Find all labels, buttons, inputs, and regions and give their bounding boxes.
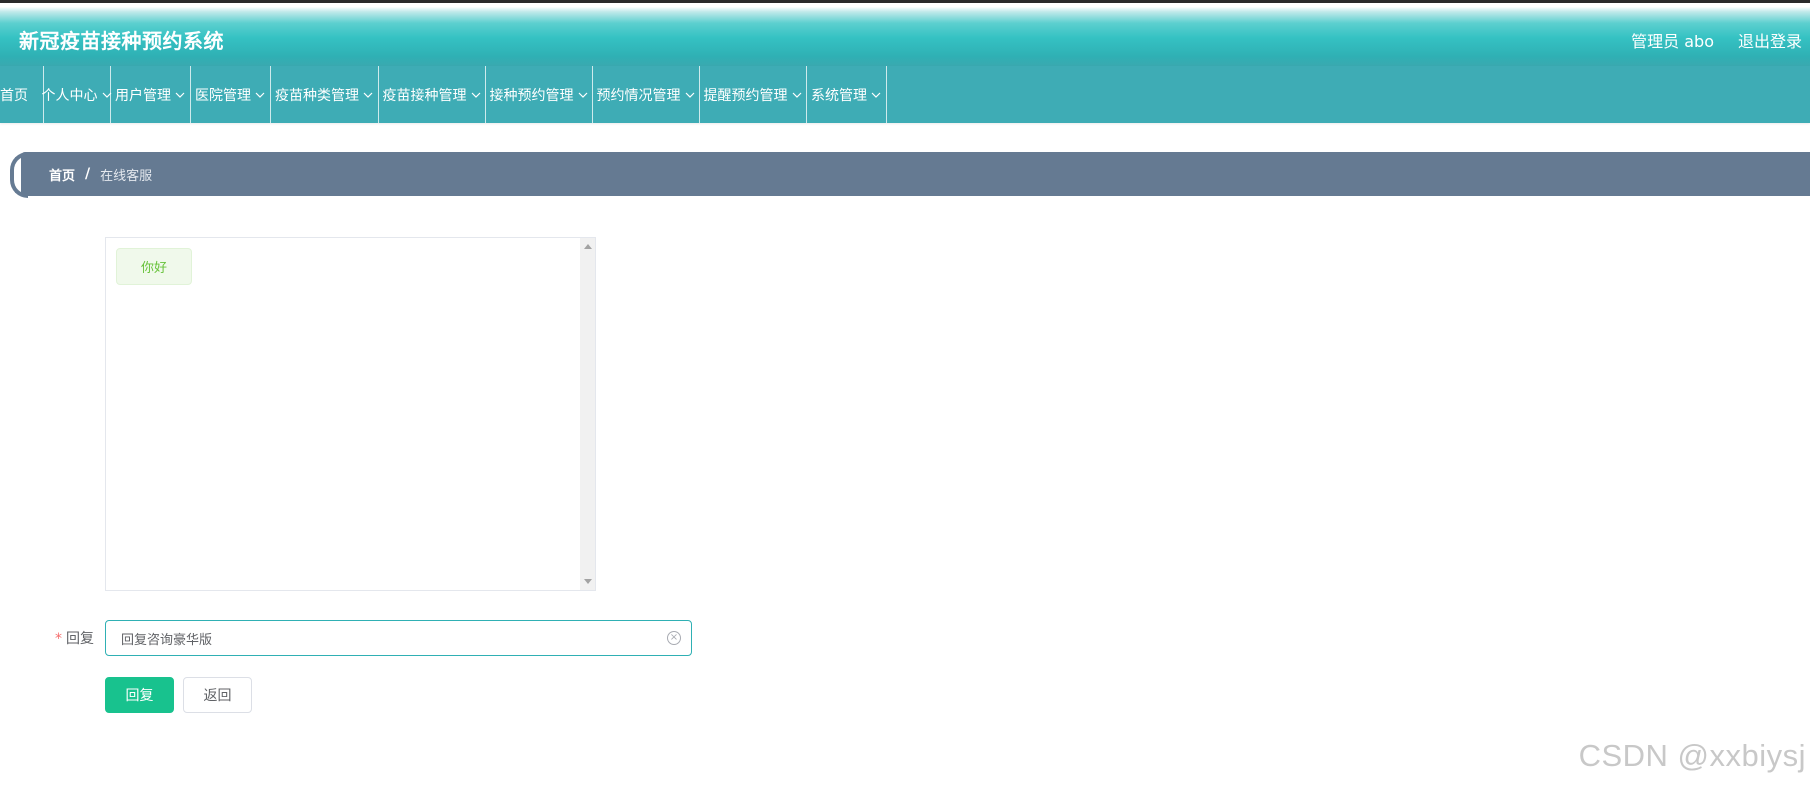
- user-label: 管理员 abo: [1631, 32, 1714, 51]
- header-user-area: 管理员 abo 退出登录: [1631, 28, 1802, 52]
- nav-item-vaccination-management[interactable]: 疫苗接种管理: [379, 66, 486, 123]
- nav-item-label: 医院管理: [195, 87, 251, 104]
- circle-close-icon[interactable]: ×: [667, 631, 681, 645]
- breadcrumb-separator: /: [85, 166, 91, 182]
- nav-item-appointment-status-management[interactable]: 预约情况管理: [593, 66, 700, 123]
- chat-message: 你好: [116, 248, 193, 285]
- nav-item-home[interactable]: 首页: [0, 66, 44, 123]
- reply-label-text: 回复: [66, 631, 94, 647]
- breadcrumb: 首页 / 在线客服: [10, 152, 1810, 198]
- reply-button[interactable]: 回复: [105, 677, 174, 713]
- chevron-down-icon: [470, 89, 482, 101]
- breadcrumb-home-link[interactable]: 首页: [49, 165, 75, 184]
- top-nav: 首页 个人中心 用户管理 医院管理 疫苗种类管理 疫苗接种管理 接种预约管理 预…: [0, 66, 1810, 123]
- nav-item-label: 疫苗种类管理: [275, 87, 359, 104]
- chat-scrollbar[interactable]: [580, 238, 595, 590]
- nav-item-label: 疫苗接种管理: [382, 87, 467, 104]
- chevron-down-icon: [684, 89, 696, 101]
- nav-item-label: 接种预约管理: [489, 87, 574, 104]
- nav-item-user-management[interactable]: 用户管理: [111, 66, 191, 123]
- nav-item-label: 个人中心: [41, 87, 98, 104]
- nav-item-reminder-management[interactable]: 提醒预约管理: [700, 66, 807, 123]
- nav-item-label: 用户管理: [115, 87, 171, 104]
- logout-link[interactable]: 退出登录: [1738, 28, 1802, 52]
- scroll-down-icon[interactable]: [584, 579, 592, 584]
- chevron-down-icon: [577, 89, 589, 101]
- reply-field-label: * 回复: [55, 628, 94, 648]
- nav-item-label: 首页: [0, 87, 28, 104]
- nav-item-label: 提醒预约管理: [703, 87, 788, 104]
- app-header: 新冠疫苗接种预约系统 管理员 abo 退出登录: [0, 0, 1810, 66]
- nav-item-personal-center[interactable]: 个人中心: [41, 66, 111, 123]
- nav-item-label: 系统管理: [811, 87, 867, 104]
- nav-item-label: 预约情况管理: [596, 87, 681, 104]
- back-button[interactable]: 返回: [183, 677, 252, 713]
- app-title: 新冠疫苗接种预约系统: [19, 29, 224, 53]
- breadcrumb-bar: 首页 / 在线客服: [21, 152, 1810, 196]
- breadcrumb-current: 在线客服: [100, 168, 153, 184]
- required-mark: *: [55, 631, 62, 647]
- nav-item-system-management[interactable]: 系统管理: [807, 66, 887, 123]
- nav-item-appointment-management[interactable]: 接种预约管理: [486, 66, 593, 123]
- chevron-down-icon: [362, 89, 374, 101]
- reply-input[interactable]: [106, 621, 691, 655]
- reply-input-wrapper: ×: [105, 620, 692, 656]
- chat-message-list[interactable]: 你好: [105, 237, 596, 591]
- nav-item-vaccine-type-management[interactable]: 疫苗种类管理: [271, 66, 379, 123]
- chevron-down-icon: [791, 89, 803, 101]
- chevron-down-icon: [254, 89, 266, 101]
- scroll-up-icon[interactable]: [584, 244, 592, 249]
- watermark: CSDN @xxbiysj: [1578, 738, 1806, 773]
- nav-item-hospital-management[interactable]: 医院管理: [191, 66, 271, 123]
- chevron-down-icon: [870, 89, 882, 101]
- page: 新冠疫苗接种预约系统 管理员 abo 退出登录 首页 个人中心 用户管理 医院管…: [0, 0, 1810, 790]
- chevron-down-icon: [174, 89, 186, 101]
